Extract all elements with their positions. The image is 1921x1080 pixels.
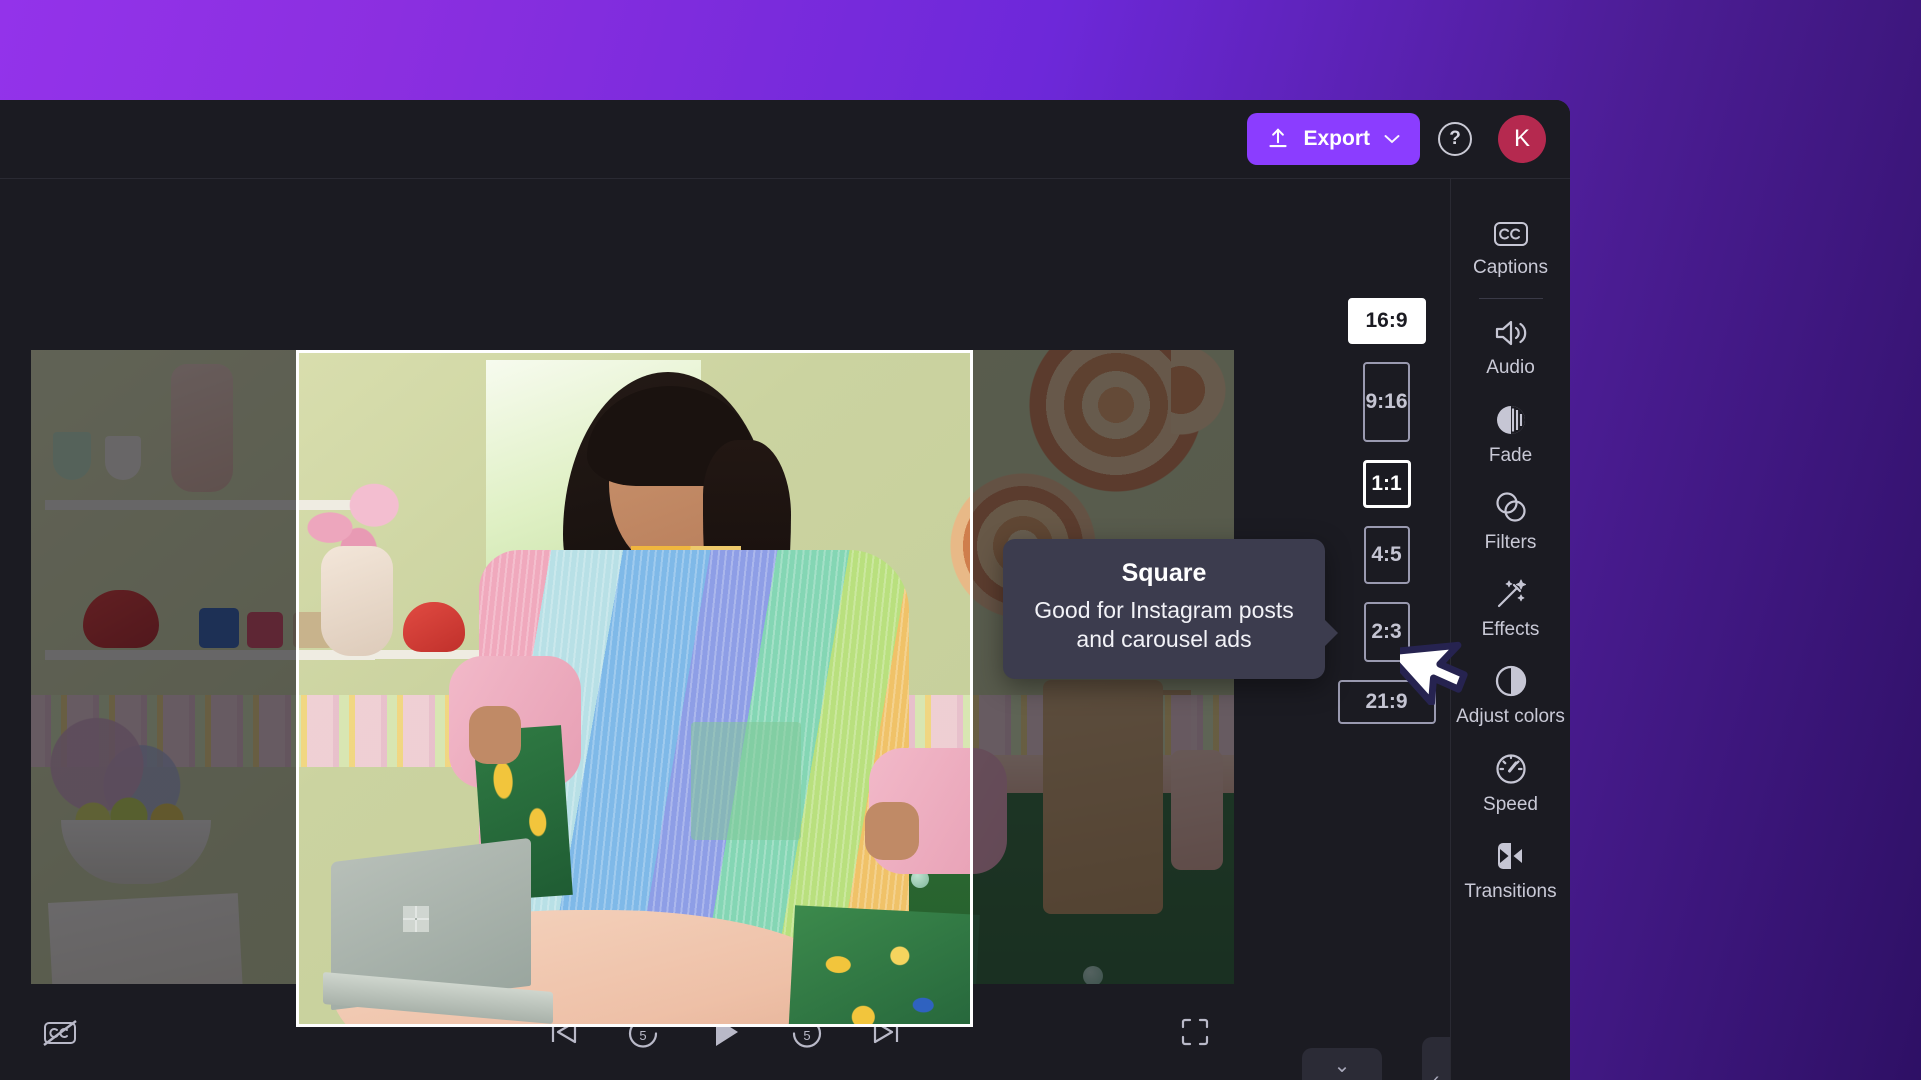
sidebar-item-transitions-label: Transitions [1464,881,1556,902]
tooltip-title: Square [1027,559,1301,588]
crop-region[interactable] [296,350,973,1027]
chevron-down-icon: ⌄ [1334,1053,1351,1078]
help-label: ? [1449,128,1461,150]
export-label: Export [1303,127,1370,151]
crop-region-image [296,350,973,1027]
editor-body: Square Good for Instagram posts and caro… [0,179,1570,1080]
avatar[interactable]: K [1498,115,1546,163]
cc-icon [1491,219,1531,249]
app-window: Export ? K [0,100,1570,1080]
tooltip-description: Good for Instagram posts and carousel ad… [1027,596,1301,655]
magic-wand-icon [1493,577,1529,611]
aspect-ratio-9-16[interactable]: 9:16 [1363,362,1410,442]
sidebar-item-captions[interactable]: Captions [1451,205,1570,288]
chevron-left-icon: ‹ [1433,1069,1440,1080]
aspect-ratio-rail: 16:9 9:16 1:1 4:5 2:3 21:9 [1323,179,1450,984]
help-button[interactable]: ? [1438,122,1472,156]
sidebar-item-transitions[interactable]: Transitions [1451,825,1570,912]
svg-text:5: 5 [803,1028,810,1043]
aspect-ratio-21-9-label: 21:9 [1365,690,1407,714]
sidebar-item-effects-label: Effects [1482,619,1540,640]
sidebar-item-speed-label: Speed [1483,794,1538,815]
aspect-ratio-16-9-label: 16:9 [1365,309,1407,333]
transition-icon [1494,839,1528,873]
contrast-icon [1494,664,1528,698]
sidebar-item-captions-label: Captions [1473,257,1548,278]
aspect-ratio-2-3[interactable]: 2:3 [1364,602,1410,662]
chevron-down-icon [1384,134,1400,144]
upload-icon [1265,126,1291,152]
speaker-icon [1492,317,1530,349]
canvas-area: Square Good for Instagram posts and caro… [0,179,1450,984]
aspect-ratio-1-1-label: 1:1 [1371,472,1401,496]
fade-icon [1494,403,1528,437]
sidebar-item-effects[interactable]: Effects [1451,563,1570,650]
sidebar-divider [1479,298,1543,299]
aspect-ratio-tooltip: Square Good for Instagram posts and caro… [1003,539,1325,679]
aspect-ratio-16-9[interactable]: 16:9 [1348,298,1426,344]
closed-captions-off-icon[interactable] [40,1016,80,1048]
panel-collapse-handle[interactable]: ‹ [1422,1037,1450,1080]
fullscreen-button[interactable] [1180,1017,1210,1047]
avatar-initial: K [1514,125,1530,153]
filters-icon [1493,490,1529,524]
aspect-ratio-2-3-label: 2:3 [1371,620,1401,644]
sidebar-item-adjust-colors[interactable]: Adjust colors [1451,650,1570,737]
aspect-ratio-4-5[interactable]: 4:5 [1364,526,1410,584]
export-button[interactable]: Export [1247,113,1420,165]
sidebar-item-fade-label: Fade [1489,445,1532,466]
sidebar-item-audio[interactable]: Audio [1451,303,1570,388]
aspect-ratio-4-5-label: 4:5 [1371,543,1401,567]
svg-text:5: 5 [639,1028,646,1043]
aspect-ratio-1-1[interactable]: 1:1 [1363,460,1411,508]
sidebar-item-audio-label: Audio [1486,357,1535,378]
sidebar-item-speed[interactable]: Speed [1451,738,1570,825]
tool-sidebar: Captions Audio [1450,179,1570,1080]
timeline-collapse-handle[interactable]: ⌄ [1302,1048,1382,1080]
sidebar-item-adjust-colors-label: Adjust colors [1456,706,1565,727]
preview-stage: Square Good for Instagram posts and caro… [0,179,1450,1080]
speedometer-icon [1494,752,1528,786]
sidebar-item-filters[interactable]: Filters [1451,476,1570,563]
top-bar: Export ? K [0,100,1570,179]
aspect-ratio-21-9[interactable]: 21:9 [1338,680,1436,724]
aspect-ratio-9-16-label: 9:16 [1365,390,1407,414]
sidebar-item-filters-label: Filters [1485,532,1537,553]
sidebar-item-fade[interactable]: Fade [1451,389,1570,476]
